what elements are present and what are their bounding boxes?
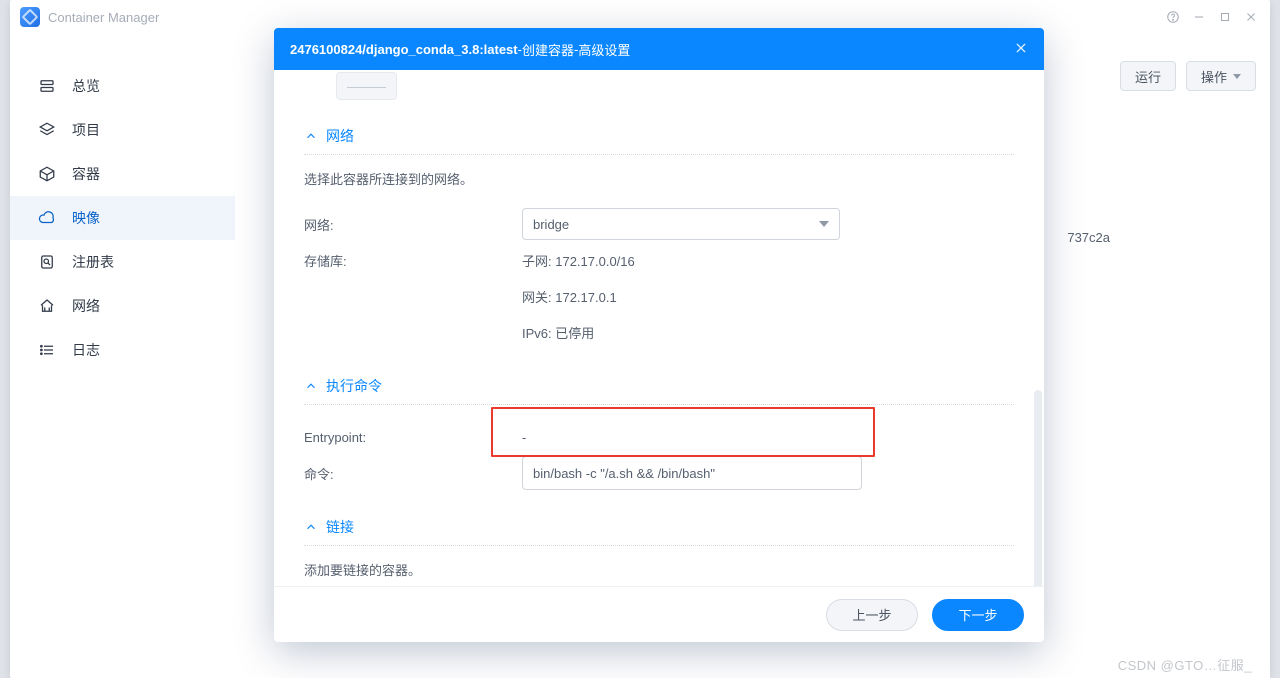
network-label: 网络: xyxy=(304,215,522,234)
network-select-value: bridge xyxy=(533,217,569,232)
storage-label: 存储库: xyxy=(304,251,522,270)
section-title-label: 链接 xyxy=(326,517,354,537)
divider xyxy=(304,404,1014,405)
home-network-icon xyxy=(38,297,56,315)
next-button[interactable]: 下一步 xyxy=(932,599,1024,631)
command-label: 命令: xyxy=(304,464,522,483)
sidebar-item-label: 网络 xyxy=(72,296,100,316)
cube-icon xyxy=(38,165,56,183)
modal-footer: 上一步 下一步 xyxy=(274,586,1044,642)
sidebar-item-label: 容器 xyxy=(72,164,100,184)
sidebar-item-overview[interactable]: 总览 xyxy=(10,64,235,108)
chevron-up-icon xyxy=(304,379,318,393)
network-select[interactable]: bridge xyxy=(522,208,840,240)
entrypoint-label: Entrypoint: xyxy=(304,430,522,445)
ops-dropdown[interactable]: 操作 xyxy=(1186,61,1256,91)
run-button[interactable]: 运行 xyxy=(1120,61,1176,91)
section-toggle-network[interactable]: 网络 xyxy=(304,126,1014,146)
divider xyxy=(304,154,1014,155)
sidebar: 总览 项目 容器 映像 注册表 网络 xyxy=(10,34,235,678)
command-input[interactable] xyxy=(522,456,862,490)
entrypoint-value: - xyxy=(522,430,526,445)
app-title: Container Manager xyxy=(48,10,159,25)
sidebar-item-container[interactable]: 容器 xyxy=(10,152,235,196)
section-toggle-links[interactable]: 链接 xyxy=(304,517,1014,537)
modal-body: ——— 网络 选择此容器所连接到的网络。 网络: bridge 存储库: 子网:… xyxy=(274,70,1044,586)
search-doc-icon xyxy=(38,253,56,271)
modal-title-image: 2476100824/django_conda_3.8:latest xyxy=(290,42,518,57)
caret-down-icon xyxy=(1233,74,1241,79)
truncated-button[interactable]: ——— xyxy=(336,72,397,100)
app-window: Container Manager 总览 项目 容器 映像 xyxy=(10,0,1270,678)
section-title-label: 网络 xyxy=(326,126,354,146)
section-title-label: 执行命令 xyxy=(326,376,382,396)
links-desc: 添加要链接的容器。 xyxy=(304,560,1014,579)
sidebar-item-label: 日志 xyxy=(72,340,100,360)
layers-icon xyxy=(38,121,56,139)
sidebar-item-image[interactable]: 映像 xyxy=(10,196,235,240)
modal-title-step: 创建容器 xyxy=(522,40,574,59)
chevron-up-icon xyxy=(304,129,318,143)
help-icon[interactable] xyxy=(1164,8,1182,26)
chevron-up-icon xyxy=(304,520,318,534)
bg-tag-fragment: 737c2a xyxy=(1067,230,1110,245)
sidebar-item-project[interactable]: 项目 xyxy=(10,108,235,152)
list-icon xyxy=(38,341,56,359)
sidebar-item-label: 映像 xyxy=(72,208,100,228)
modal-header: 2476100824/django_conda_3.8:latest - 创建容… xyxy=(274,28,1044,70)
ipv6-value: IPv6: 已停用 xyxy=(522,323,594,342)
sidebar-item-registry[interactable]: 注册表 xyxy=(10,240,235,284)
network-desc: 选择此容器所连接到的网络。 xyxy=(304,169,1014,188)
minimize-icon[interactable] xyxy=(1190,8,1208,26)
app-logo-icon xyxy=(20,7,40,27)
cloud-icon xyxy=(38,209,56,227)
subnet-value: 子网: 172.17.0.0/16 xyxy=(522,251,635,270)
sidebar-item-logs[interactable]: 日志 xyxy=(10,328,235,372)
section-toggle-exec[interactable]: 执行命令 xyxy=(304,376,1014,396)
modal-title-sub: 高级设置 xyxy=(578,40,630,59)
sidebar-item-label: 项目 xyxy=(72,120,100,140)
close-icon[interactable] xyxy=(1242,8,1260,26)
prev-button[interactable]: 上一步 xyxy=(826,599,918,631)
divider xyxy=(304,545,1014,546)
scrollbar[interactable] xyxy=(1034,390,1042,586)
sidebar-item-label: 总览 xyxy=(72,76,100,96)
dashboard-icon xyxy=(38,77,56,95)
maximize-icon[interactable] xyxy=(1216,8,1234,26)
caret-down-icon xyxy=(819,221,829,227)
sidebar-item-label: 注册表 xyxy=(72,252,114,272)
sidebar-item-network[interactable]: 网络 xyxy=(10,284,235,328)
gateway-value: 网关: 172.17.0.1 xyxy=(522,287,617,306)
create-container-modal: 2476100824/django_conda_3.8:latest - 创建容… xyxy=(274,28,1044,642)
modal-close-button[interactable] xyxy=(1014,41,1028,58)
